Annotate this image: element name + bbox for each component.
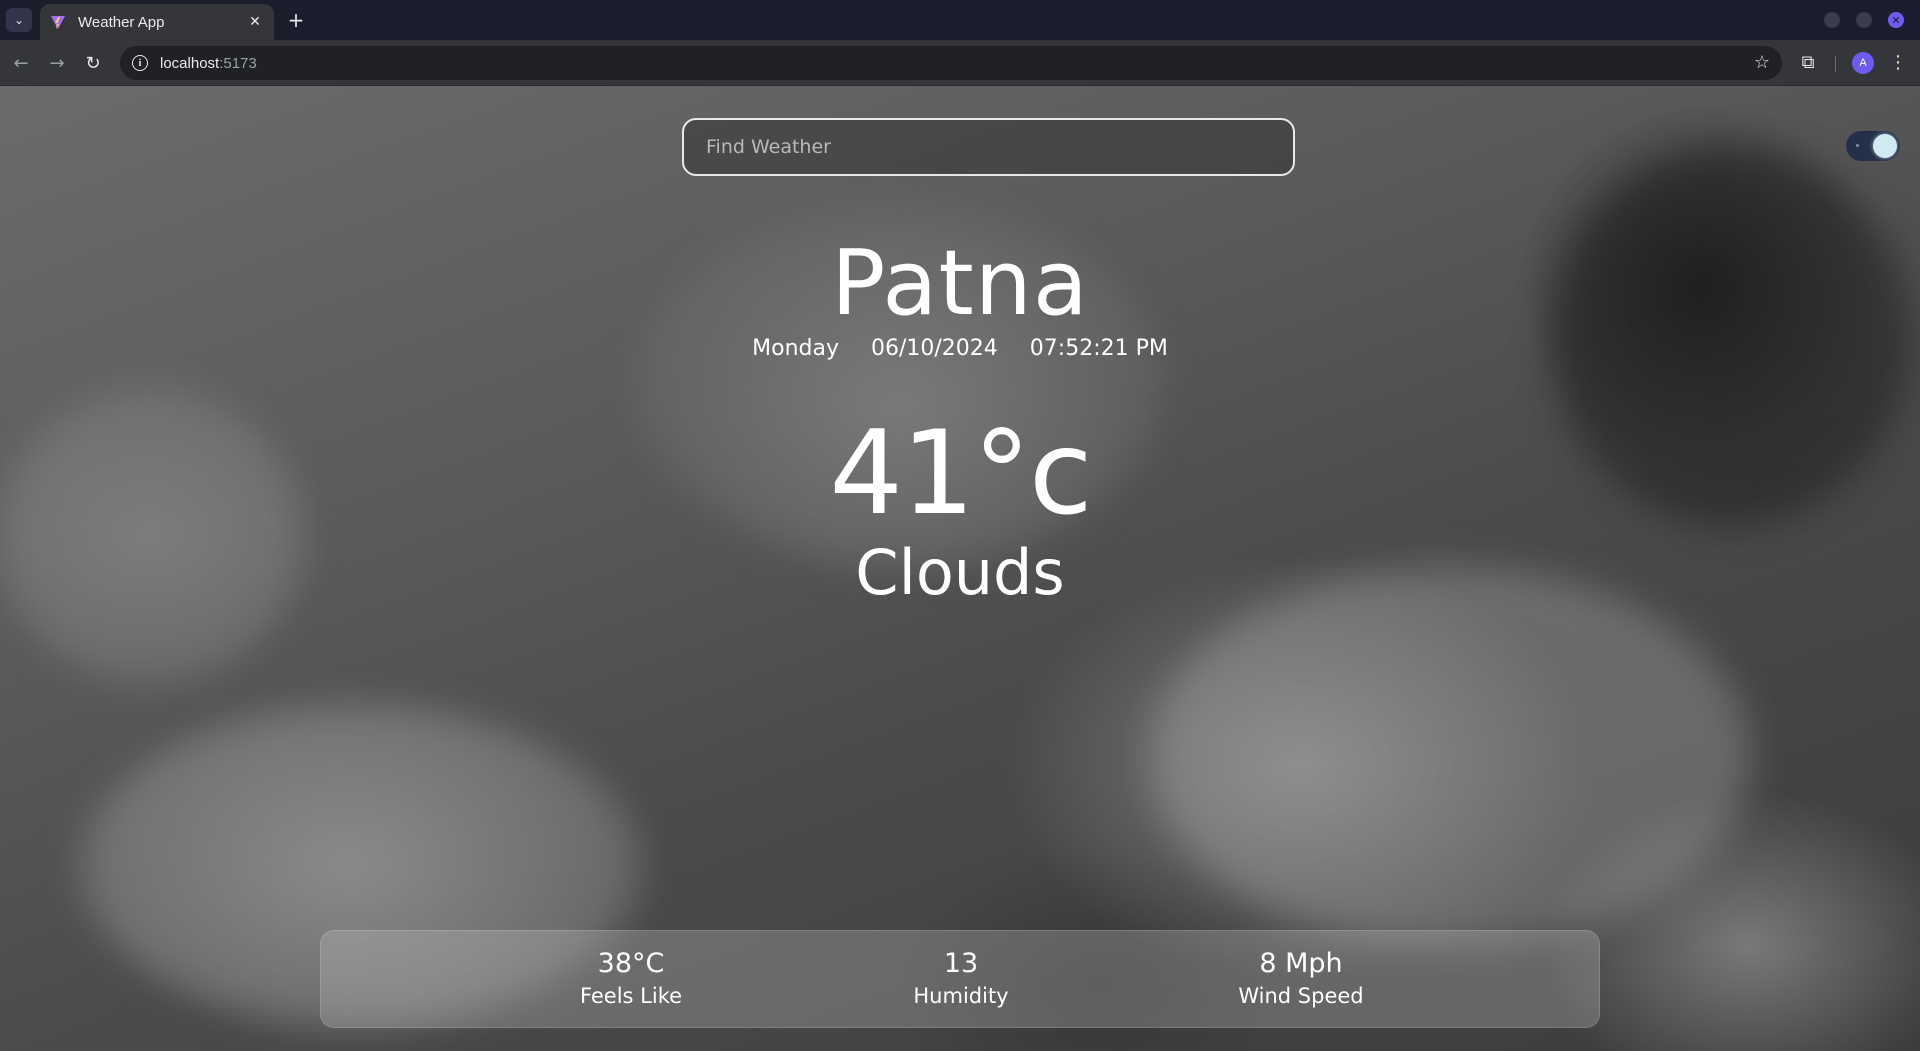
feels-like-label: Feels Like [579,984,683,1008]
browser-tabbar: ⌄ Weather App ✕ + ✕ [0,0,1920,40]
close-icon[interactable]: ✕ [246,14,264,30]
wind-speed-label: Wind Speed [1238,984,1364,1008]
vite-favicon-icon [51,16,65,29]
reload-icon[interactable]: ↻ [80,50,106,76]
weather-page: Patna Monday 06/10/2024 07:52:21 PM 41°c… [0,86,1920,1051]
moon-icon [1873,134,1897,158]
city-name: Patna [831,231,1089,336]
toolbar-divider [1835,56,1836,72]
date: 06/10/2024 [870,336,998,361]
temperature: 41°c [829,406,1092,541]
plus-icon[interactable]: + [282,6,310,34]
minimize-button[interactable] [1824,12,1840,28]
close-window-button[interactable]: ✕ [1888,12,1904,28]
address-bar[interactable]: i localhost:5173 ☆ [120,46,1782,80]
wind-speed-value: 8 Mph [1259,948,1343,979]
bookmark-star-icon[interactable]: ☆ [1754,52,1770,73]
stats-panel: 38°C Feels Like 13 Humidity 8 Mph Wind S… [320,930,1600,1028]
forward-arrow-icon[interactable]: → [44,50,70,76]
address-port: :5173 [219,54,257,72]
back-arrow-icon[interactable]: ← [8,50,34,76]
star-icon [1856,144,1859,147]
tab-title: Weather App [78,13,165,31]
browser-toolbar: ← → ↻ i localhost:5173 ☆ [0,40,1920,86]
weekday: Monday [752,336,839,361]
humidity-value: 13 [943,948,979,979]
more-menu-icon[interactable]: ⋮ [1886,50,1910,74]
browser-tab[interactable]: Weather App ✕ [40,4,274,40]
site-info-icon[interactable]: i [132,55,148,71]
search-box[interactable] [682,118,1295,176]
stat-feels-like: 38°C Feels Like [531,947,731,1011]
feels-like-value: 38°C [597,948,665,979]
extensions-puzzle-icon[interactable]: ⧉ [1796,50,1820,74]
date-time-row: Monday 06/10/2024 07:52:21 PM [0,336,1920,361]
theme-toggle[interactable] [1846,131,1900,161]
stat-humidity: 13 Humidity [861,947,1061,1011]
profile-avatar[interactable]: A [1852,52,1874,74]
humidity-label: Humidity [913,984,1009,1008]
cloud-texture [1150,566,1750,946]
tab-search-icon[interactable]: ⌄ [6,8,32,32]
maximize-button[interactable] [1856,12,1872,28]
time: 07:52:21 PM [1029,336,1168,361]
stat-wind-speed: 8 Mph Wind Speed [1191,947,1411,1011]
search-input[interactable] [706,136,1271,158]
weather-condition: Clouds [855,536,1065,609]
address-host: localhost [160,54,220,72]
